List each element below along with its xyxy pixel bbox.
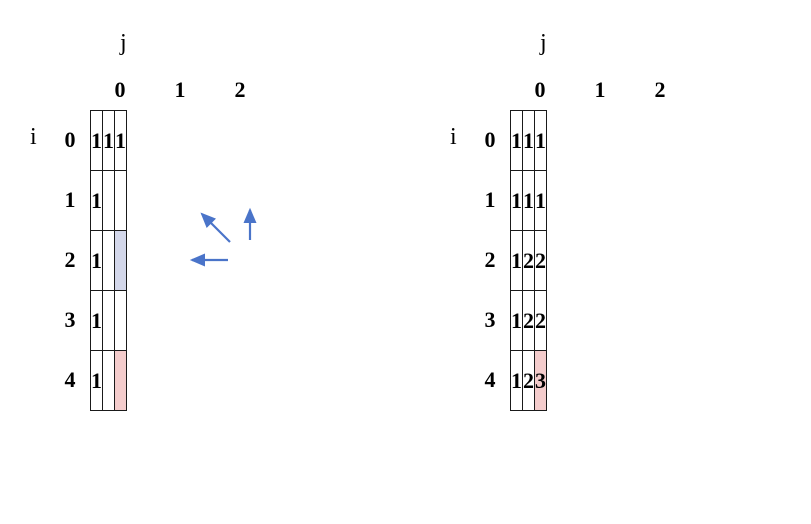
cell: 1 [511, 231, 523, 291]
axis-i-label-right: i [450, 124, 457, 151]
cell: 1 [91, 111, 103, 171]
cell-highlight-target [115, 351, 127, 411]
cell: 1 [91, 171, 103, 231]
cell: 1 [91, 291, 103, 351]
dp-grid-right: 1 1 1 1 1 1 1 2 2 1 2 2 1 2 3 [510, 110, 547, 411]
row-header: 3 [50, 290, 90, 350]
cell: 1 [535, 111, 547, 171]
cell: 1 [91, 231, 103, 291]
col-header: 1 [570, 70, 630, 110]
cell: 1 [511, 291, 523, 351]
cell [103, 351, 115, 411]
axis-j-label-right: j [540, 30, 547, 57]
row-header: 4 [470, 350, 510, 410]
row-header: 4 [50, 350, 90, 410]
row-header: 0 [470, 110, 510, 170]
col-header: 2 [630, 70, 690, 110]
col-headers-right: 0 1 2 [510, 70, 690, 110]
axis-i-label-left: i [30, 124, 37, 151]
cell: 1 [91, 351, 103, 411]
cell: 1 [523, 111, 535, 171]
cell [115, 291, 127, 351]
cell: 1 [103, 111, 115, 171]
row-header: 1 [470, 170, 510, 230]
cell: 2 [535, 291, 547, 351]
cell [103, 171, 115, 231]
col-headers-left: 0 1 2 [90, 70, 270, 110]
row-header: 2 [470, 230, 510, 290]
col-header: 0 [90, 70, 150, 110]
row-header: 2 [50, 230, 90, 290]
row-header: 3 [470, 290, 510, 350]
row-headers-left: 0 1 2 3 4 [50, 110, 90, 410]
cell: 2 [523, 351, 535, 411]
cell: 1 [511, 351, 523, 411]
col-header: 2 [210, 70, 270, 110]
cell [103, 291, 115, 351]
axis-j-label-left: j [120, 30, 127, 57]
row-headers-right: 0 1 2 3 4 [470, 110, 510, 410]
cell: 2 [535, 231, 547, 291]
row-header: 0 [50, 110, 90, 170]
cell: 1 [511, 111, 523, 171]
cell: 1 [535, 171, 547, 231]
cell: 1 [115, 111, 127, 171]
col-header: 0 [510, 70, 570, 110]
cell: 1 [523, 171, 535, 231]
cell [103, 231, 115, 291]
cell: 1 [511, 171, 523, 231]
cell [115, 171, 127, 231]
cell: 2 [523, 231, 535, 291]
col-header: 1 [150, 70, 210, 110]
cell-highlight-result: 3 [535, 351, 547, 411]
cell: 2 [523, 291, 535, 351]
cell-highlight-current [115, 231, 127, 291]
dp-grid-left: 1 1 1 1 1 1 1 [90, 110, 127, 411]
row-header: 1 [50, 170, 90, 230]
